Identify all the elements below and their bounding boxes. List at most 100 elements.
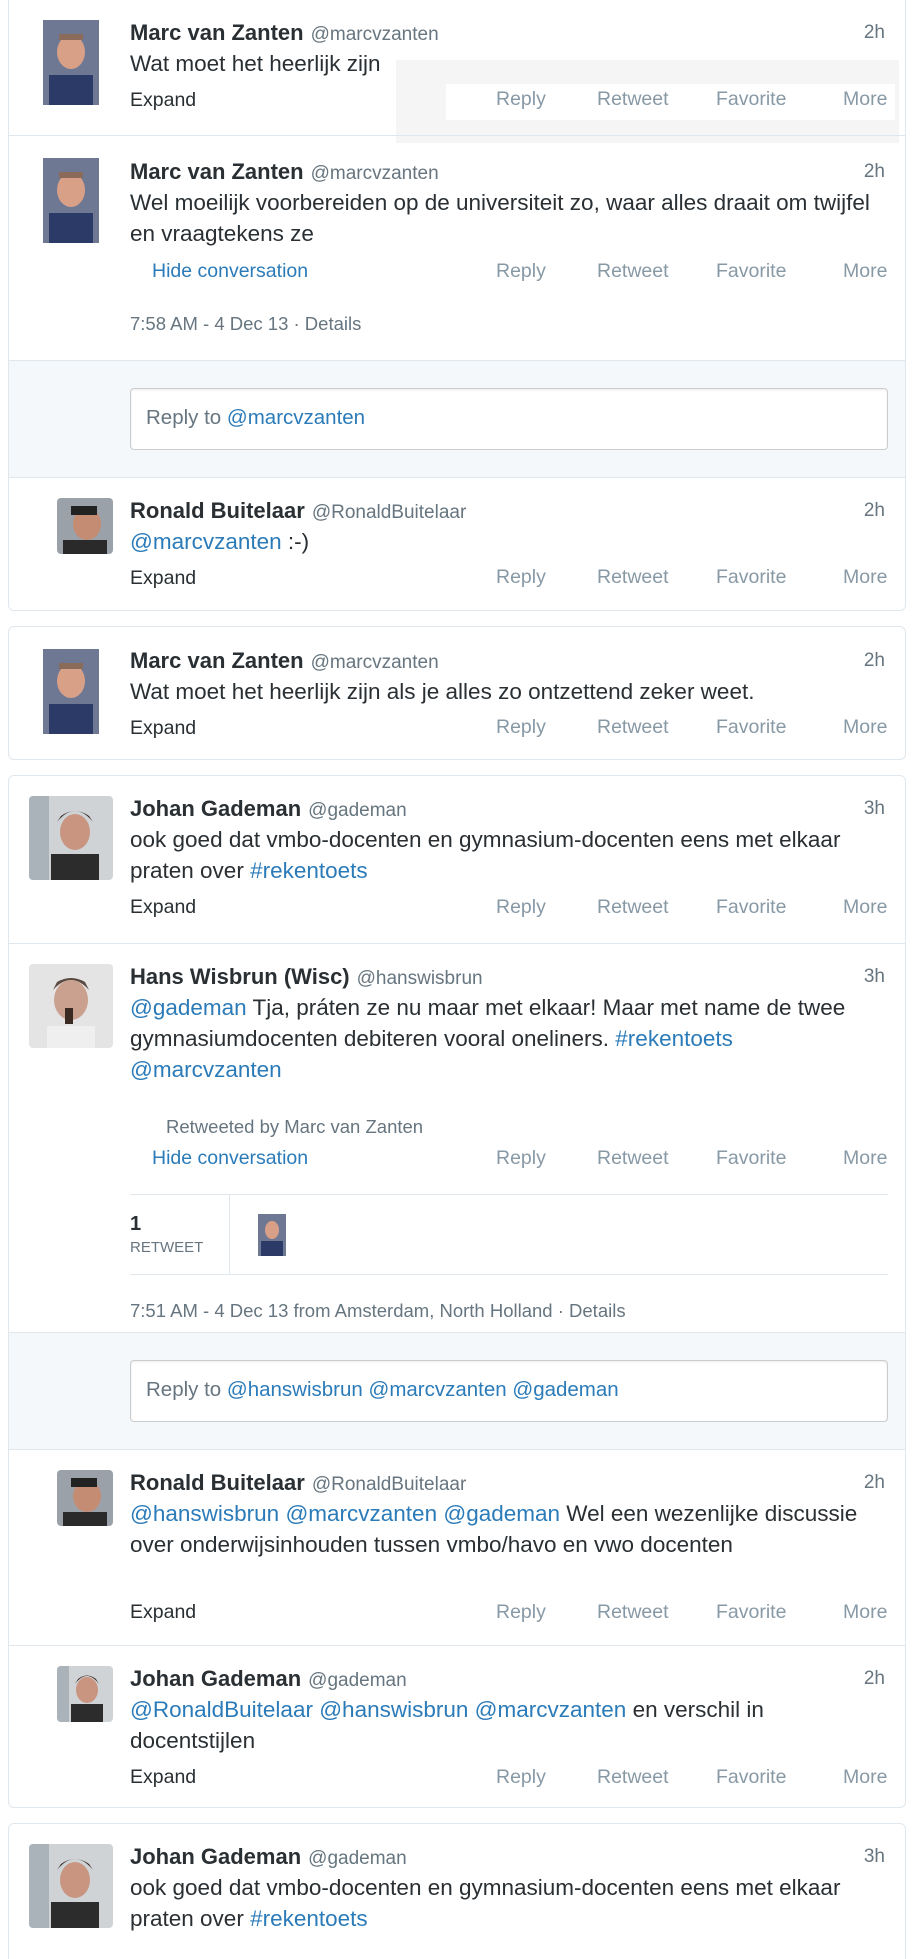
tweet-item[interactable]: Ronald Buitelaar @RonaldBuitelaar 2h @mar… — [9, 478, 905, 610]
mention-link[interactable]: @hanswisbrun — [130, 1501, 279, 1526]
author-name[interactable]: Hans Wisbrun (Wisc) @hanswisbrun — [130, 964, 483, 990]
retweeter-avatar[interactable] — [258, 1214, 286, 1256]
mention-link[interactable]: @gademan — [443, 1501, 560, 1526]
hashtag-link[interactable]: #rekentoets — [250, 858, 368, 883]
author-handle[interactable]: @gademan — [308, 800, 407, 821]
reply-button[interactable]: Reply — [496, 716, 546, 739]
tweet-time[interactable]: 3h — [864, 798, 885, 820]
hide-conversation-link[interactable]: Hide conversation — [152, 1147, 308, 1170]
avatar[interactable] — [29, 796, 113, 880]
retweet-button[interactable]: Retweet — [597, 896, 669, 919]
author-handle[interactable]: @RonaldBuitelaar — [312, 502, 467, 523]
expand-link[interactable]: Expand — [130, 717, 196, 740]
avatar[interactable] — [57, 498, 113, 554]
expand-link[interactable]: Expand — [130, 1601, 196, 1624]
more-button[interactable]: More — [843, 1766, 887, 1789]
retweet-button[interactable]: Retweet — [597, 1766, 669, 1789]
author-handle[interactable]: @marcvzanten — [311, 163, 439, 184]
retweet-button[interactable]: Retweet — [597, 566, 669, 589]
author-handle[interactable]: @hanswisbrun — [357, 968, 483, 989]
favorite-button[interactable]: Favorite — [716, 1147, 786, 1170]
mention-link[interactable]: @hanswisbrun — [319, 1697, 468, 1722]
favorite-button[interactable]: Favorite — [716, 88, 786, 111]
more-button[interactable]: More — [843, 716, 887, 739]
reply-button[interactable]: Reply — [496, 88, 546, 111]
retweet-button[interactable]: Retweet — [597, 1601, 669, 1624]
reply-input[interactable]: Reply to @marcvzanten — [130, 388, 888, 450]
reply-input[interactable]: Reply to @hanswisbrun @marcvzanten @gade… — [130, 1360, 888, 1422]
more-button[interactable]: More — [843, 88, 887, 111]
author-handle[interactable]: @gademan — [308, 1670, 407, 1691]
favorite-button[interactable]: Favorite — [716, 566, 786, 589]
avatar[interactable] — [29, 964, 113, 1048]
reply-button[interactable]: Reply — [496, 1766, 546, 1789]
avatar[interactable] — [57, 1666, 113, 1722]
tweet-time[interactable]: 2h — [864, 500, 885, 522]
tweet-time[interactable]: 2h — [864, 650, 885, 672]
more-button[interactable]: More — [843, 1147, 887, 1170]
author-name[interactable]: Ronald Buitelaar @RonaldBuitelaar — [130, 498, 466, 524]
tweet-item-expanded[interactable]: Marc van Zanten @marcvzanten 2h Wel moeil… — [9, 136, 905, 360]
mention-link[interactable]: @RonaldBuitelaar — [130, 1697, 313, 1722]
tweet-item[interactable]: Johan Gademan @gademan 2h @RonaldBuitelaa… — [9, 1646, 905, 1807]
favorite-button[interactable]: Favorite — [716, 260, 786, 283]
mention-link[interactable]: @gademan — [130, 995, 247, 1020]
author-handle[interactable]: @gademan — [308, 1848, 407, 1869]
retweet-count[interactable]: 1 RETWEET — [130, 1195, 230, 1275]
mention-link[interactable]: @marcvzanten — [285, 1501, 437, 1526]
reply-button[interactable]: Reply — [496, 896, 546, 919]
more-button[interactable]: More — [843, 566, 887, 589]
favorite-button[interactable]: Favorite — [716, 896, 786, 919]
more-button[interactable]: More — [843, 260, 887, 283]
retweeted-by-label[interactable]: Retweeted by Marc van Zanten — [166, 1116, 423, 1138]
author-name[interactable]: Johan Gademan @gademan — [130, 1666, 407, 1692]
favorite-button[interactable]: Favorite — [716, 1766, 786, 1789]
author-handle[interactable]: @RonaldBuitelaar — [312, 1474, 467, 1495]
tweet-time[interactable]: 2h — [864, 1472, 885, 1494]
reply-button[interactable]: Reply — [496, 566, 546, 589]
tweet-item[interactable]: Johan Gademan @gademan 3h ook goed dat vm… — [9, 776, 905, 943]
hashtag-link[interactable]: #rekentoets — [615, 1026, 733, 1051]
tweet-item[interactable]: Marc van Zanten @marcvzanten 2h Wat moet … — [9, 627, 905, 759]
expand-link[interactable]: Expand — [130, 89, 196, 112]
avatar[interactable] — [29, 1844, 113, 1928]
avatar[interactable] — [43, 20, 99, 105]
avatar[interactable] — [57, 1470, 113, 1526]
author-name[interactable]: Ronald Buitelaar @RonaldBuitelaar — [130, 1470, 466, 1496]
tweet-item[interactable]: Marc van Zanten @marcvzanten 2h Wat moet … — [9, 0, 905, 143]
mention-link[interactable]: @marcvzanten — [475, 1697, 627, 1722]
avatar[interactable] — [43, 158, 99, 243]
favorite-button[interactable]: Favorite — [716, 716, 786, 739]
expand-link[interactable]: Expand — [130, 1766, 196, 1789]
reply-button[interactable]: Reply — [496, 1147, 546, 1170]
retweet-button[interactable]: Retweet — [597, 88, 669, 111]
tweet-timestamp-details[interactable]: 7:51 AM - 4 Dec 13 from Amsterdam, North… — [130, 1300, 626, 1322]
tweet-time[interactable]: 2h — [864, 1668, 885, 1690]
favorite-button[interactable]: Favorite — [716, 1601, 786, 1624]
more-button[interactable]: More — [843, 896, 887, 919]
tweet-time[interactable]: 2h — [864, 22, 885, 44]
retweet-button[interactable]: Retweet — [597, 716, 669, 739]
author-name[interactable]: Marc van Zanten @marcvzanten — [130, 159, 439, 185]
author-name[interactable]: Johan Gademan @gademan — [130, 796, 407, 822]
tweet-time[interactable]: 3h — [864, 1846, 885, 1868]
tweet-time[interactable]: 2h — [864, 161, 885, 183]
author-handle[interactable]: @marcvzanten — [311, 24, 439, 45]
hide-conversation-link[interactable]: Hide conversation — [152, 260, 308, 283]
reply-button[interactable]: Reply — [496, 1601, 546, 1624]
reply-button[interactable]: Reply — [496, 260, 546, 283]
tweet-item-expanded[interactable]: Hans Wisbrun (Wisc) @hanswisbrun 3h @gade… — [9, 944, 905, 1332]
mention-link[interactable]: @marcvzanten — [130, 1057, 282, 1082]
avatar[interactable] — [43, 649, 99, 734]
retweet-button[interactable]: Retweet — [597, 1147, 669, 1170]
tweet-time[interactable]: 3h — [864, 966, 885, 988]
more-button[interactable]: More — [843, 1601, 887, 1624]
retweet-button[interactable]: Retweet — [597, 260, 669, 283]
mention-link[interactable]: @marcvzanten — [130, 529, 282, 554]
expand-link[interactable]: Expand — [130, 567, 196, 590]
tweet-timestamp-details[interactable]: 7:58 AM - 4 Dec 13 · Details — [130, 313, 361, 335]
tweet-item[interactable]: Johan Gademan @gademan 3h ook goed dat vm… — [9, 1824, 905, 1959]
author-name[interactable]: Marc van Zanten @marcvzanten — [130, 20, 439, 46]
tweet-item[interactable]: Ronald Buitelaar @RonaldBuitelaar 2h @han… — [9, 1450, 905, 1646]
author-name[interactable]: Marc van Zanten @marcvzanten — [130, 648, 439, 674]
